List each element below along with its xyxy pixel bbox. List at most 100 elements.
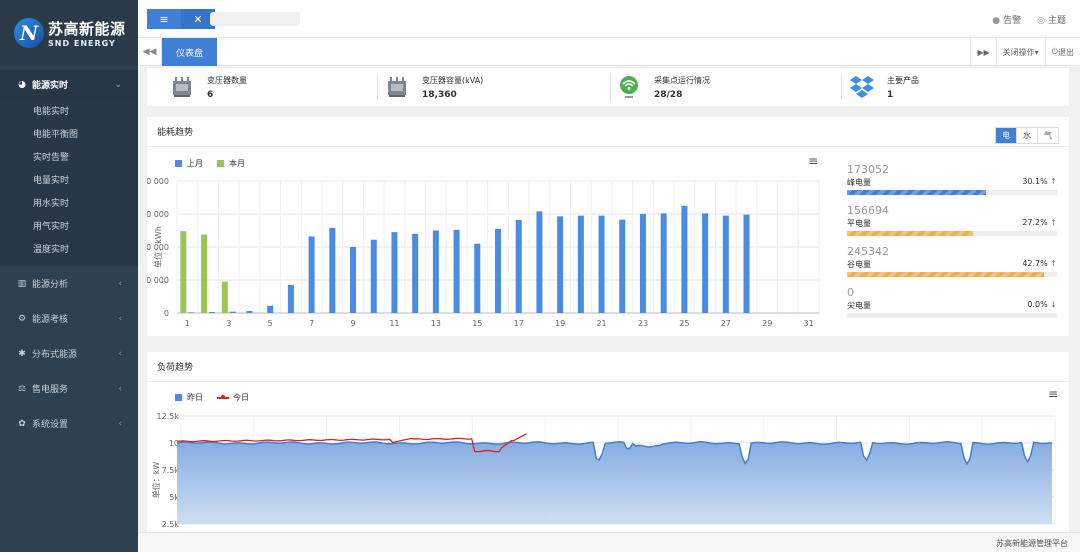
tariff-percent: 27.2% ↑ — [1022, 218, 1057, 227]
submenu-item-realtime-alarm[interactable]: 实时告警 — [0, 145, 138, 168]
submenu-item-water-realtime[interactable]: 用水实时 — [0, 191, 138, 214]
bar-last-month — [639, 214, 646, 313]
stat-label: 主要产品 — [887, 75, 919, 85]
y-tick-label: 400 000 — [147, 177, 169, 186]
stat-main-products: 主要产品 1 — [849, 68, 919, 106]
submenu-item-power-balance[interactable]: 电能平衡图 — [0, 122, 138, 145]
dashboard-icon: ◕ — [18, 79, 26, 90]
bar-last-month — [557, 216, 564, 313]
load-area-chart: 2.5k5k7.5k1012.5k单位：kW — [151, 412, 1056, 529]
logout-button[interactable]: ⏻ 退出 — [1044, 38, 1080, 66]
sidebar-group-energy-assessment[interactable]: ⚙ 能源考核 ‹ — [0, 301, 138, 336]
sidebar-group-system-settings[interactable]: ✿ 系统设置 ‹ — [0, 406, 138, 441]
submenu-item-gas-realtime[interactable]: 用气实时 — [0, 214, 138, 237]
sidebar-group-label: 分布式能源 — [32, 350, 78, 360]
y-tick-label: 0 — [164, 309, 169, 318]
bar-last-month — [515, 219, 522, 313]
stat-value: 6 — [207, 89, 214, 100]
tariff-value: 156694 — [847, 204, 889, 217]
y-tick-label: 2.5k — [162, 520, 180, 529]
logout-label: 退出 — [1058, 47, 1074, 57]
bar-last-month — [702, 213, 709, 313]
stats-row: 变压器数量 6 变压器容量(kVA) 18,360 采集点运行情况 28/28 主要产… — [147, 68, 1069, 106]
sidebar-group-energy-analysis[interactable]: ▥ 能源分析 ‹ — [0, 266, 138, 301]
bar-this-month — [201, 234, 208, 313]
chevron-left-icon: ‹ — [118, 313, 122, 324]
balance-scale-icon: ⚖ — [17, 383, 27, 394]
submenu-item-electricity-realtime[interactable]: 电量实时 — [0, 168, 138, 191]
x-tick-label: 29 — [762, 319, 772, 328]
bar-last-month — [188, 312, 195, 313]
stat-value: 28/28 — [654, 89, 683, 100]
bar-last-month — [495, 228, 501, 313]
logo-mark-icon: N — [14, 18, 44, 48]
tariff-label: 峰电量 — [847, 178, 871, 187]
bar-last-month — [598, 215, 605, 313]
theme-button[interactable]: ◎ 主题 — [1037, 13, 1066, 26]
bar-last-month — [432, 230, 439, 313]
stat-collection-points: 采集点运行情况 28/28 — [616, 68, 710, 106]
tariff-bar — [847, 190, 987, 195]
x-tick-label: 9 — [350, 319, 355, 328]
tab-scroll-left-button[interactable]: ◀◀ — [138, 38, 162, 66]
logo-subtitle: SND ENERGY — [48, 39, 116, 48]
sidebar-group-distributed-energy[interactable]: ✱ 分布式能源 ‹ — [0, 336, 138, 371]
sidebar-group-energy-realtime[interactable]: ◕ 能源实时 ⌄ — [0, 70, 138, 99]
segment-water[interactable]: 水 — [1016, 128, 1037, 143]
energy-type-segmented: 电 水 气 — [995, 127, 1059, 144]
segment-gas[interactable]: 气 — [1037, 128, 1058, 143]
sidebar-group-label: 系统设置 — [32, 420, 69, 430]
y-tick-label: 100 000 — [147, 276, 169, 285]
y-tick-label: 300 000 — [147, 210, 169, 219]
tab-scroll-right-button[interactable]: ▶▶ — [970, 38, 995, 66]
arrow-up-icon: ↑ — [1050, 259, 1057, 268]
bar-last-month — [329, 227, 336, 313]
tariff-bar — [847, 272, 1045, 277]
submenu-item-temperature-realtime[interactable]: 温度实时 — [0, 237, 138, 260]
tariff-bar — [847, 231, 973, 236]
bar-last-month — [350, 247, 357, 313]
bar-last-month — [308, 236, 315, 313]
tariff-row-flat: 156694 平电量 27.2% ↑ — [847, 204, 1057, 236]
y-axis-label: 单位：kW — [151, 462, 161, 499]
transformer-icon — [169, 74, 195, 100]
arrow-up-icon: ↑ — [1050, 177, 1057, 186]
bar-last-month — [453, 229, 460, 313]
alarm-button[interactable]: ● 告警 — [992, 13, 1021, 26]
stat-value: 1 — [887, 89, 894, 100]
tab-dashboard[interactable]: 仪表盘 — [162, 38, 218, 66]
wifi-icon — [616, 74, 642, 100]
tariff-value: 173052 — [847, 163, 889, 176]
tariff-label: 尖电量 — [847, 301, 871, 310]
tariff-value: 0 — [847, 286, 854, 299]
bar-last-month — [743, 214, 750, 313]
segment-electricity[interactable]: 电 — [996, 128, 1016, 143]
chevron-left-icon: ‹ — [118, 278, 122, 289]
submenu-item-power-realtime[interactable]: 电能实时 — [0, 99, 138, 122]
theme-label: 主题 — [1047, 16, 1066, 26]
caret-down-icon: ▾ — [1034, 47, 1039, 57]
sidebar-group-power-sales[interactable]: ⚖ 售电服务 ‹ — [0, 371, 138, 406]
stat-label: 变压器数量 — [207, 75, 247, 85]
double-left-icon: ◀◀ — [142, 47, 157, 57]
close-ops-label: 关闭操作 — [1002, 47, 1035, 57]
tariff-row-valley: 245342 谷电量 42.7% ↑ — [847, 245, 1057, 277]
sidebar: N 苏高新能源 SND ENERGY ◕ 能源实时 ⌄ 电能实时 电能平衡图 实… — [0, 0, 138, 552]
bar-last-month — [370, 239, 377, 313]
menu-toggle-button[interactable]: ≡ — [147, 9, 181, 29]
submenu: 电能实时 电能平衡图 实时告警 电量实时 用水实时 用气实时 温度实时 — [0, 99, 138, 266]
hamburger-icon: ≡ — [159, 12, 169, 26]
bar-last-month — [287, 284, 294, 313]
bar-last-month — [209, 312, 216, 313]
series-area-yesterday — [177, 441, 1052, 524]
bar-last-month — [267, 305, 274, 313]
x-tick-label: 17 — [514, 319, 524, 328]
y-tick-label: 7.5k — [162, 466, 180, 475]
dropbox-icon — [849, 74, 875, 100]
panel-title: 负荷趋势 — [147, 352, 1069, 382]
bar-last-month — [474, 243, 481, 313]
footer: 苏高新能源管理平台 — [138, 532, 1080, 552]
close-ops-dropdown[interactable]: 关闭操作 ▾ — [995, 38, 1045, 66]
expand-icon: ✕ — [193, 12, 203, 26]
energy-trend-panel: 能耗趋势 电 水 气 上月 本月 ≡ 0100 000200 000300 00… — [147, 117, 1069, 336]
